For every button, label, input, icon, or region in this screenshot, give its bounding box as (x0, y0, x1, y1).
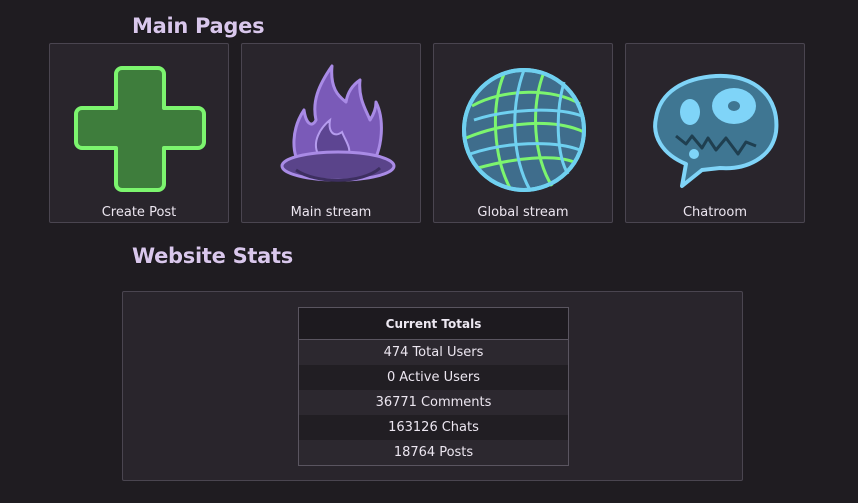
green-plus-icon (74, 66, 206, 192)
current-totals-table: Current Totals 474 Total Users 0 Active Us… (298, 307, 569, 466)
stat-value: 0 (386, 370, 396, 385)
table-row: 163126 Chats (298, 415, 569, 440)
stat-value: 163126 (388, 420, 438, 435)
stat-value: 474 (383, 345, 409, 360)
stat-label: Total Users (412, 345, 484, 360)
stat-label: Posts (439, 445, 474, 460)
website-stats-heading: Website Stats (132, 244, 293, 268)
table-row: 18764 Posts (298, 440, 569, 466)
stat-label: Active Users (399, 370, 481, 385)
tile-label: Main stream (290, 205, 372, 220)
purple-flame-icon (280, 64, 396, 182)
stat-value: 18764 (393, 445, 436, 460)
main-pages-heading: Main Pages (132, 14, 265, 38)
chatroom-tile[interactable]: Chatroom (625, 43, 805, 223)
global-stream-tile[interactable]: Global stream (433, 43, 613, 223)
table-row: 474 Total Users (298, 339, 569, 365)
tile-label: Create Post (101, 205, 177, 220)
main-stream-tile[interactable]: Main stream (241, 43, 421, 223)
stat-value: 36771 (375, 395, 417, 410)
stats-panel: Current Totals 474 Total Users 0 Active Us… (122, 291, 743, 481)
table-header: Current Totals (298, 307, 569, 340)
tile-label: Global stream (477, 205, 569, 220)
create-post-tile[interactable]: Create Post (49, 43, 229, 223)
table-row: 36771 Comments (298, 390, 569, 415)
table-row: 0 Active Users (298, 365, 569, 390)
skull-speech-bubble-icon (653, 73, 779, 188)
globe-icon (462, 68, 586, 192)
tile-label: Chatroom (682, 205, 747, 220)
stat-label: Comments (420, 395, 492, 410)
stat-label: Chats (441, 420, 479, 435)
